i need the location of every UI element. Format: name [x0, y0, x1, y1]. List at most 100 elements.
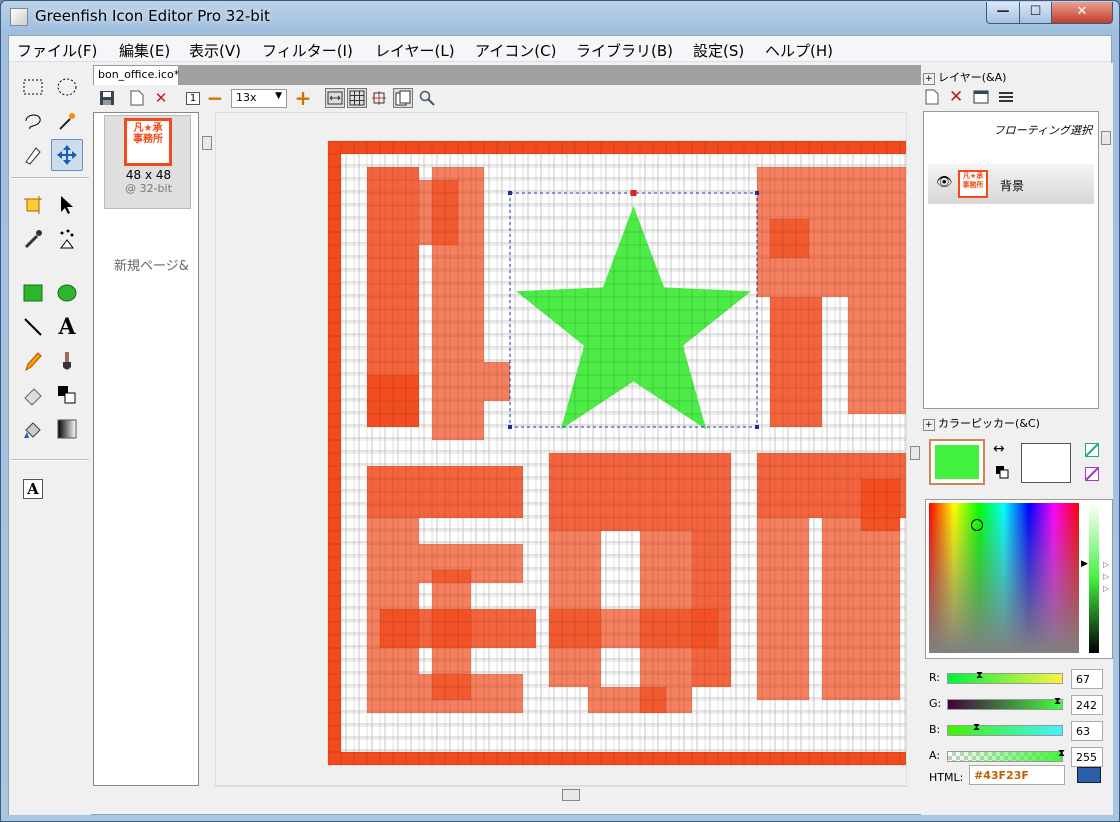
windows-color-dialog-icon[interactable] [1077, 767, 1101, 783]
tab-bon-office[interactable]: bon_office.ico* [93, 65, 179, 85]
swap-arrows-icon[interactable]: ↔ [993, 441, 1005, 457]
reset-colors-icon[interactable] [995, 465, 1009, 482]
r-value[interactable]: 67 [1071, 669, 1103, 689]
eye-icon[interactable]: 👁 [936, 175, 953, 190]
r-slider[interactable]: ⧗ [947, 670, 1063, 684]
brush-icon[interactable] [51, 345, 83, 377]
eyedropper-icon[interactable] [17, 223, 49, 255]
slider-thumb[interactable]: ⧗ [976, 670, 983, 681]
move-icon[interactable] [51, 139, 83, 171]
grid-icon[interactable] [347, 88, 367, 108]
page-number-icon[interactable]: 1 [183, 88, 203, 108]
color-spectrum[interactable] [929, 503, 1079, 653]
color-panel-title[interactable]: + カラーピッカー(&C) [923, 415, 1040, 431]
menu-layer[interactable]: レイヤー(L) [375, 40, 455, 61]
b-value[interactable]: 63 [1071, 721, 1103, 741]
canvas-viewport[interactable] [215, 112, 907, 786]
zoom-in-icon[interactable]: + [293, 86, 313, 110]
zoom-select[interactable]: 13x ▼ [231, 89, 287, 108]
primary-color-swatch[interactable] [929, 439, 985, 485]
save-icon[interactable] [97, 88, 117, 108]
ellipse-icon[interactable] [51, 277, 83, 309]
color-replace-icon[interactable] [51, 223, 83, 255]
page-list-scrollbar[interactable] [199, 112, 215, 786]
layer-scroll-thumb[interactable] [1101, 131, 1111, 145]
merge-layers-icon[interactable] [997, 89, 1015, 108]
menu-edit[interactable]: 編集(E) [119, 40, 170, 61]
scroll-thumb[interactable] [202, 136, 212, 150]
fit-width-icon[interactable] [325, 88, 345, 108]
rotation-handle[interactable] [630, 190, 637, 196]
app-icon[interactable] [10, 8, 28, 26]
delete-page-icon[interactable]: ✕ [151, 88, 171, 108]
minimize-button[interactable]: — [986, 2, 1020, 24]
a-label: A: [929, 749, 941, 762]
glyph-stroke [770, 219, 809, 258]
layer-row-background[interactable]: 👁 凡★承 事務所 背景 [928, 164, 1094, 204]
slider-thumb[interactable]: ⧗ [1054, 696, 1061, 707]
line-icon[interactable] [17, 311, 49, 343]
selection-handle[interactable] [508, 191, 512, 195]
menu-file[interactable]: ファイル(F) [17, 40, 97, 61]
selection-handle[interactable] [755, 425, 759, 429]
new-layer-icon[interactable] [925, 89, 939, 109]
crosshair-icon[interactable] [369, 88, 389, 108]
menu-settings[interactable]: 設定(S) [693, 40, 744, 61]
g-value[interactable]: 242 [1071, 695, 1103, 715]
rect-select-icon[interactable] [17, 71, 49, 103]
crop-icon[interactable] [17, 189, 49, 221]
a-value[interactable]: 255 [1071, 747, 1103, 767]
layer-list: フローティング選択 👁 凡★承 事務所 背景 [923, 111, 1099, 409]
delete-layer-icon[interactable]: ✕ [949, 87, 963, 107]
layers-panel-title[interactable]: + レイヤー(&A) [923, 69, 1006, 85]
swap-colors-icon[interactable] [51, 379, 83, 411]
lasso-icon[interactable] [17, 105, 49, 137]
icon-canvas[interactable] [216, 113, 906, 785]
floating-selection[interactable]: フローティング選択 [994, 122, 1092, 138]
zoom-out-icon[interactable]: − [205, 86, 225, 110]
selection-handle[interactable] [508, 425, 512, 429]
new-page-icon[interactable] [127, 88, 147, 108]
inverted-color-icon[interactable] [1085, 467, 1099, 484]
slider-thumb[interactable]: ⧗ [1058, 748, 1065, 759]
html-color-input[interactable]: #43F23F [969, 765, 1065, 785]
scroll-thumb[interactable] [562, 789, 580, 801]
gradient-icon[interactable] [51, 413, 83, 445]
lightness-bar[interactable] [1089, 503, 1099, 653]
magic-wand-icon[interactable] [51, 105, 83, 137]
expand-icon: + [923, 73, 935, 85]
maximize-button[interactable]: ☐ [1019, 2, 1052, 24]
transparent-color-icon[interactable] [1085, 443, 1099, 460]
selection-handle[interactable] [755, 191, 759, 195]
menu-help[interactable]: ヘルプ(H) [765, 40, 833, 61]
menu-filter[interactable]: フィルター(I) [262, 40, 353, 61]
scroll-thumb[interactable] [910, 446, 920, 460]
a-slider[interactable]: ⧗ [947, 748, 1065, 762]
text-icon[interactable]: A [51, 311, 83, 343]
slider-thumb[interactable]: ⧗ [973, 722, 980, 733]
secondary-color-swatch[interactable] [1021, 443, 1071, 483]
b-slider[interactable]: ⧗ [947, 722, 1063, 736]
new-page-link[interactable]: 新規ページ& [114, 255, 189, 274]
tile-view-icon[interactable] [393, 88, 413, 108]
menu-library[interactable]: ライブラリ(B) [576, 40, 673, 61]
fill-bucket-icon[interactable] [17, 413, 49, 445]
eraser-icon[interactable] [17, 379, 49, 411]
lightness-pointer-icon[interactable]: ▶ [1081, 559, 1088, 569]
text-options-icon[interactable]: A [17, 473, 49, 505]
menu-icon[interactable]: アイコン(C) [475, 40, 556, 61]
pen-select-icon[interactable] [17, 139, 49, 171]
pencil-icon[interactable] [17, 345, 49, 377]
pointer-icon[interactable] [51, 189, 83, 221]
close-button[interactable]: ✕ [1051, 2, 1113, 24]
menu-view[interactable]: 表示(V) [189, 40, 241, 61]
canvas-horizontal-scrollbar[interactable] [215, 786, 907, 803]
g-slider[interactable]: ⧗ [947, 696, 1063, 710]
magnifier-icon[interactable] [417, 88, 437, 108]
tab-strip [179, 65, 921, 85]
rectangle-icon[interactable] [17, 277, 49, 309]
layer-properties-icon[interactable] [973, 89, 989, 108]
spectrum-cursor[interactable] [971, 519, 983, 531]
ellipse-select-icon[interactable] [51, 71, 83, 103]
page-thumbnail[interactable]: 凡★承 事務所 48 x 48 @ 32-bit [104, 115, 191, 209]
